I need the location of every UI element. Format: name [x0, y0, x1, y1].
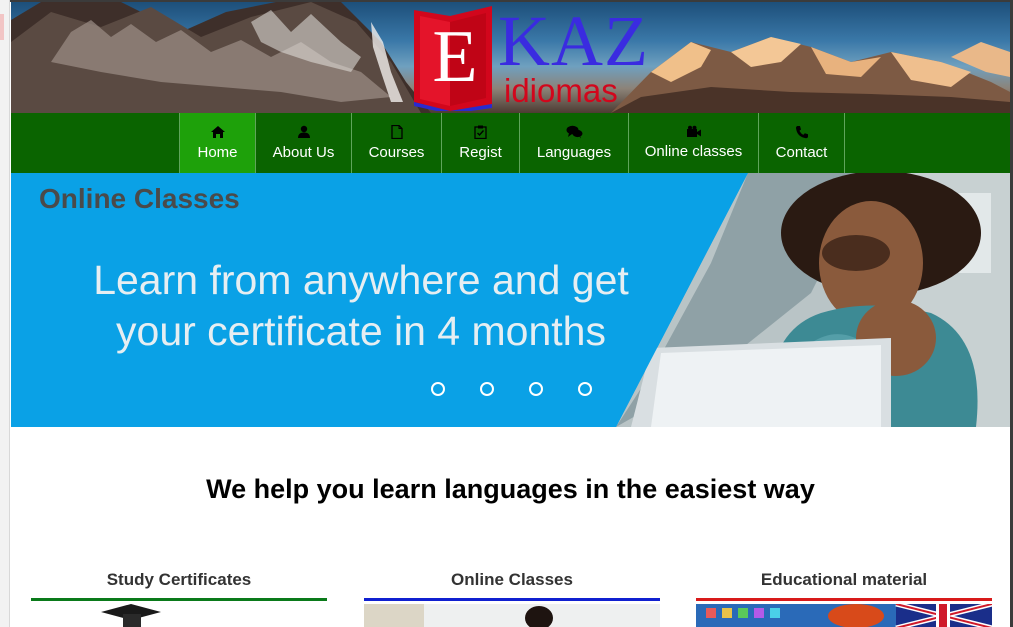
card-accent-line	[31, 598, 327, 601]
educational-material-photo	[696, 604, 992, 627]
window-left-edge	[0, 0, 10, 627]
nav-item-about-us[interactable]: About Us	[255, 113, 351, 173]
hero-headline-line1: Learn from anywhere and get	[93, 257, 629, 303]
hero-slider: Online Classes Learn from anywhere and g…	[11, 173, 1010, 427]
card-accent-line	[696, 598, 992, 601]
feature-card-study-certificates[interactable]: Study Certificates	[31, 568, 327, 627]
home-icon	[180, 125, 255, 139]
feature-card-educational-material[interactable]: Educational material	[696, 568, 992, 627]
online-class-photo	[364, 604, 660, 627]
hero-headline: Learn from anywhere and get your certifi…	[31, 255, 691, 357]
slider-dots	[431, 382, 592, 396]
nav-item-contact[interactable]: Contact	[758, 113, 845, 173]
logo-letter-e: E	[432, 16, 478, 98]
nav-label: About Us	[272, 144, 335, 161]
video-camera-icon	[629, 125, 758, 139]
phone-icon	[759, 125, 844, 139]
nav-item-home[interactable]: Home	[179, 113, 255, 173]
nav-item-courses[interactable]: Courses	[351, 113, 441, 173]
window-edge-marker	[0, 14, 4, 40]
nav-label: Online classes	[644, 143, 743, 160]
main-navigation: Home About Us Courses Regist Languages O…	[11, 113, 1010, 173]
document-icon	[352, 125, 441, 139]
hero-headline-line2: your certificate in 4 months	[116, 308, 606, 354]
nav-item-regist[interactable]: Regist	[441, 113, 519, 173]
feature-card-online-classes[interactable]: Online Classes	[364, 568, 660, 627]
ekaz-logo[interactable]: E KAZ idiomas	[414, 4, 648, 111]
nav-label: Languages	[536, 144, 612, 161]
hero-title: Online Classes	[39, 183, 240, 214]
card-title: Online Classes	[451, 570, 573, 589]
slider-dot-4[interactable]	[578, 382, 592, 396]
card-title: Study Certificates	[106, 570, 252, 589]
nav-item-online-classes[interactable]: Online classes	[628, 113, 758, 173]
card-title: Educational material	[760, 570, 928, 589]
slider-dot-2[interactable]	[480, 382, 494, 396]
nav-label: Home	[197, 144, 238, 161]
graduation-photo	[31, 604, 327, 627]
section-heading: We help you learn languages in the easie…	[206, 474, 815, 504]
nav-label: Courses	[368, 144, 425, 161]
chat-bubbles-icon	[520, 125, 628, 139]
card-accent-line	[364, 598, 660, 601]
nav-label: Regist	[459, 144, 502, 161]
nav-label: Contact	[775, 144, 828, 161]
nav-item-languages[interactable]: Languages	[519, 113, 628, 173]
slider-dot-3[interactable]	[529, 382, 543, 396]
logo-wordmark: KAZ	[498, 2, 649, 81]
slider-dot-1[interactable]	[431, 382, 445, 396]
logo-tagline: idiomas	[504, 72, 618, 109]
clipboard-check-icon	[442, 125, 519, 139]
user-icon	[256, 125, 351, 139]
header-banner: E KAZ idiomas	[11, 2, 1010, 113]
